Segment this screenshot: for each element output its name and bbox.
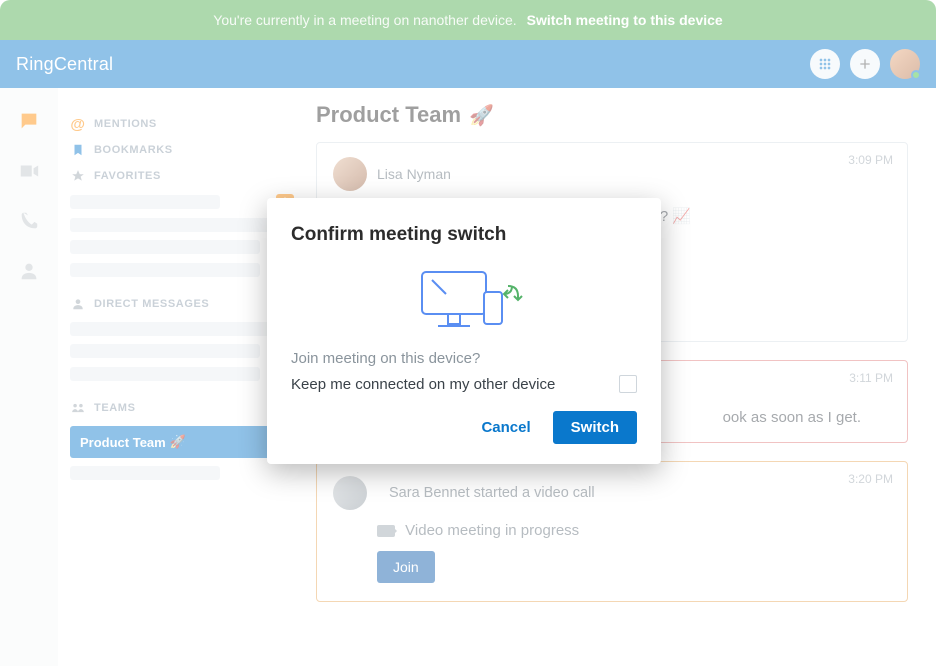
keep-connected-label: Keep me connected on my other device: [291, 376, 555, 393]
modal-title: Confirm meeting switch: [291, 224, 637, 246]
modal-question: Join meeting on this device?: [291, 350, 637, 367]
device-switch-illustration: [291, 262, 637, 350]
switch-button[interactable]: Switch: [553, 411, 637, 444]
keep-connected-checkbox[interactable]: [619, 375, 637, 393]
cancel-button[interactable]: Cancel: [481, 419, 530, 436]
confirm-switch-modal: Confirm meeting switch Join meeting on t…: [267, 198, 661, 464]
